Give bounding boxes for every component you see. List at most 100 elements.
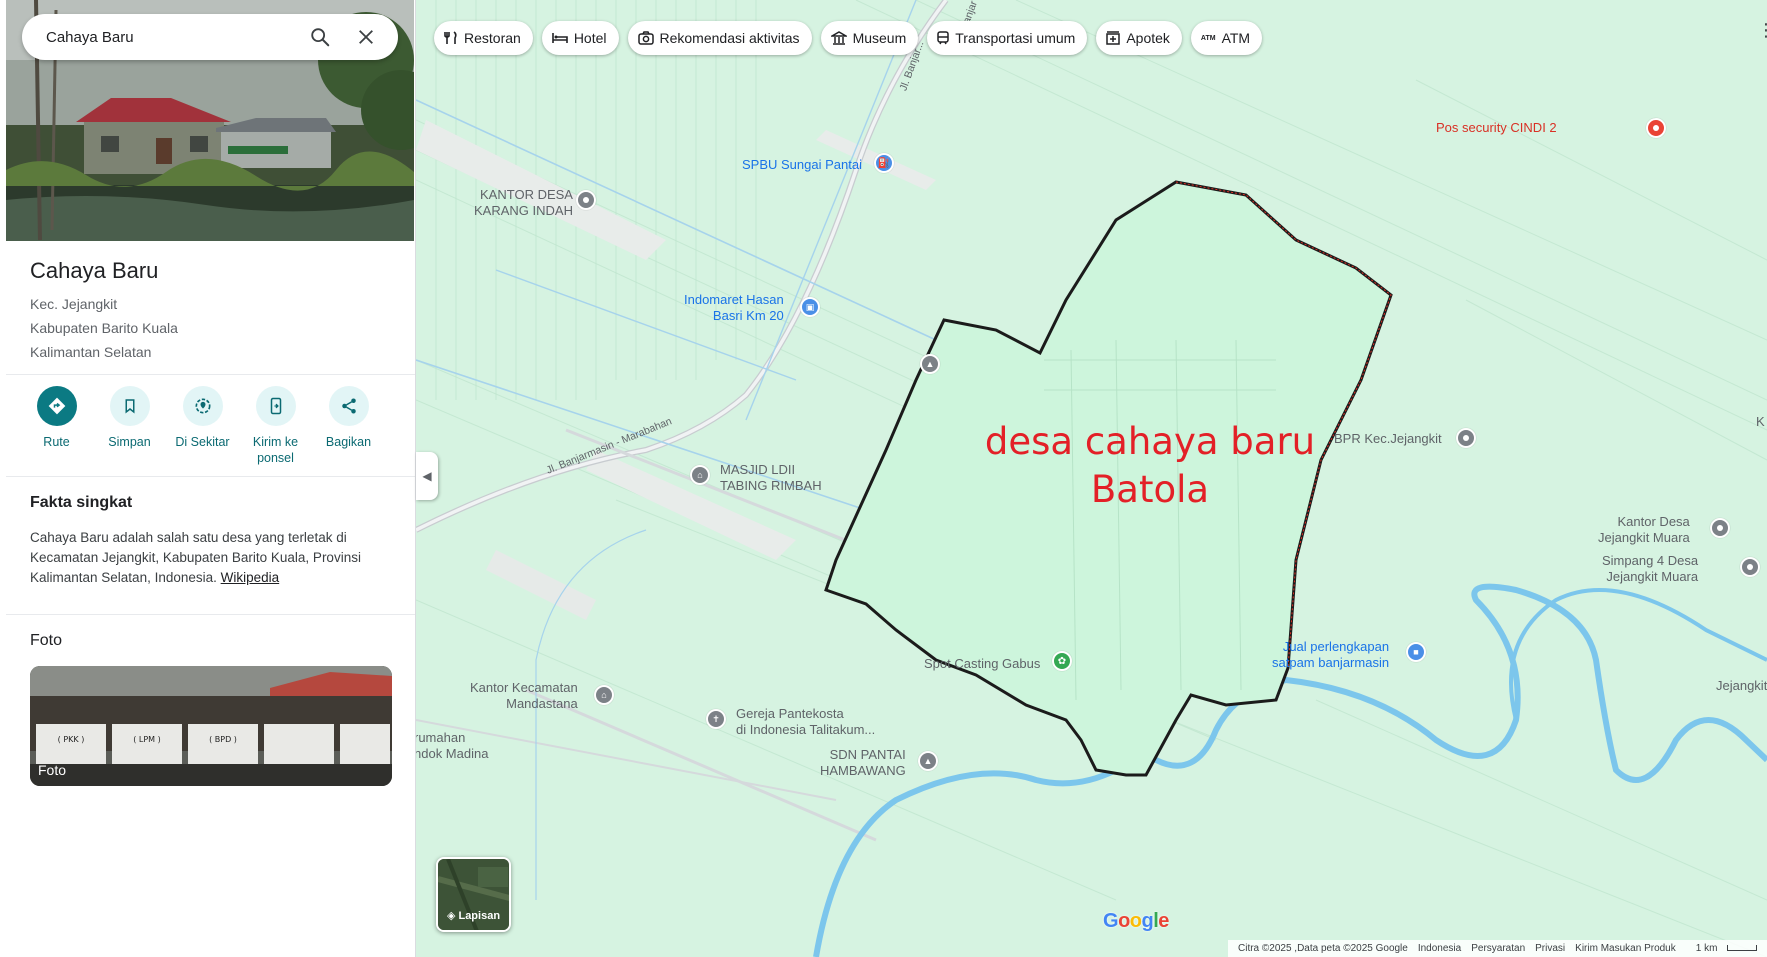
poi-school-pin[interactable]: ▲ bbox=[920, 354, 940, 374]
poi-kantor-desa-karang-label[interactable]: KANTOR DESA KARANG INDAH bbox=[474, 187, 573, 219]
poi-gereja-label[interactable]: Gereja Pantekosta di Indonesia Talitakum… bbox=[736, 706, 875, 738]
save-label: Simpan bbox=[108, 435, 151, 449]
scale-indicator[interactable]: 1 km bbox=[1686, 943, 1758, 954]
place-panel: Cahaya Baru Kec. Jejangkit Kabupaten Bar… bbox=[0, 0, 416, 957]
pin-dot-icon bbox=[1717, 525, 1723, 531]
chip-rekomendasi[interactable]: Rekomendasi aktivitas bbox=[627, 21, 812, 55]
sign-bpd: ( BPD ) bbox=[209, 735, 237, 744]
photo-card[interactable]: ( PKK ) ( LPM ) ( BPD ) Foto bbox=[30, 666, 392, 786]
mosque-icon: ⌂ bbox=[697, 470, 703, 480]
send-to-phone-button-circle bbox=[255, 386, 296, 426]
search-input[interactable] bbox=[46, 28, 296, 46]
send-to-phone-button[interactable]: Kirim ke ponsel bbox=[239, 386, 312, 466]
search-box[interactable] bbox=[22, 14, 398, 60]
layers-button[interactable]: ◈ Lapisan bbox=[436, 857, 511, 932]
directions-icon bbox=[48, 397, 65, 415]
poi-bpr-label[interactable]: BPR Kec.Jejangkit bbox=[1334, 431, 1442, 447]
directions-button[interactable]: Rute bbox=[20, 386, 93, 466]
chip-atm[interactable]: ATM ATM bbox=[1190, 21, 1263, 55]
poi-sdn-pin[interactable]: ▲ bbox=[918, 751, 938, 771]
poi-indomaret-line2: Basri Km 20 bbox=[712, 308, 784, 323]
footer-country[interactable]: Indonesia bbox=[1418, 943, 1461, 954]
photos-title: Foto bbox=[30, 632, 63, 649]
poi-kantor-desa-karang-line1: KANTOR DESA bbox=[480, 187, 573, 202]
chip-restoran[interactable]: Restoran bbox=[434, 21, 533, 55]
save-button[interactable]: Simpan bbox=[93, 386, 166, 466]
poi-masjid-label[interactable]: MASJID LDII TABING RIMBAH bbox=[720, 462, 822, 494]
poi-simpang-label[interactable]: Simpang 4 Desa Jejangkit Muara bbox=[1602, 553, 1698, 585]
quick-facts-title: Fakta singkat bbox=[30, 494, 133, 511]
poi-kantor-jejangkit-label[interactable]: Kantor Desa Jejangkit Muara bbox=[1598, 514, 1690, 546]
nearby-icon bbox=[195, 398, 210, 414]
wikipedia-link[interactable]: Wikipedia bbox=[221, 570, 280, 585]
search-button[interactable] bbox=[308, 25, 332, 49]
chip-hotel-label: Hotel bbox=[573, 30, 607, 46]
lock-icon: ■ bbox=[1413, 647, 1419, 657]
divider bbox=[6, 476, 415, 477]
quick-facts: Fakta singkat Cahaya Baru adalah salah s… bbox=[30, 494, 390, 588]
scale-label: 1 km bbox=[1695, 943, 1718, 954]
photo-card-image: ( PKK ) ( LPM ) ( BPD ) bbox=[30, 666, 392, 786]
chip-hotel[interactable]: Hotel bbox=[541, 21, 619, 55]
chip-transportasi[interactable]: Transportasi umum bbox=[927, 21, 1088, 55]
flower-icon: ✿ bbox=[1057, 655, 1067, 667]
hotel-icon bbox=[552, 32, 568, 44]
poi-rumahan-line2: ndok Madina bbox=[414, 746, 489, 761]
poi-kantor-kecamatan-label[interactable]: Kantor Kecamatan Mandastana bbox=[470, 680, 578, 712]
footer-feedback-link[interactable]: Kirim Masukan Produk bbox=[1575, 943, 1676, 954]
building-icon: ⌂ bbox=[601, 690, 607, 700]
poi-kantor-kecamatan-pin[interactable]: ⌂ bbox=[594, 685, 614, 705]
poi-sdn-label[interactable]: SDN PANTAI HAMBAWANG bbox=[820, 747, 906, 779]
layers-label-text: Lapisan bbox=[458, 910, 501, 922]
photo-card-label: Foto bbox=[38, 762, 67, 778]
poi-kantor-jejangkit-line1: Kantor Desa bbox=[1617, 514, 1690, 529]
poi-masjid-line2: TABING RIMBAH bbox=[720, 478, 822, 493]
poi-bpr-pin[interactable] bbox=[1456, 428, 1476, 448]
poi-pos-security-pin[interactable] bbox=[1646, 118, 1666, 138]
google-logo-letter: G bbox=[1103, 910, 1119, 932]
poi-spot-casting-pin[interactable]: ✿ bbox=[1052, 651, 1072, 671]
share-button[interactable]: Bagikan bbox=[312, 386, 385, 466]
close-search-button[interactable] bbox=[354, 25, 378, 49]
save-button-circle bbox=[109, 386, 150, 426]
poi-spbu-label[interactable]: SPBU Sungai Pantai bbox=[742, 157, 862, 173]
google-logo-letter: e bbox=[1158, 910, 1169, 932]
poi-gereja-pin[interactable]: ✝ bbox=[706, 709, 726, 729]
camera-icon bbox=[637, 31, 654, 45]
poi-rumahan-label[interactable]: rumahan ndok Madina bbox=[414, 730, 488, 762]
poi-jual-label[interactable]: Jual perlengkapan satpam banjarmasin bbox=[1272, 639, 1389, 671]
poi-kantor-kecamatan-line2: Mandastana bbox=[506, 696, 578, 711]
more-options-icon[interactable]: ⋮ bbox=[1757, 21, 1767, 39]
send-to-phone-icon bbox=[270, 397, 281, 415]
poi-kantor-desa-karang-pin[interactable] bbox=[576, 190, 596, 210]
poi-pos-security-label[interactable]: Pos security CINDI 2 bbox=[1436, 120, 1557, 136]
poi-masjid-pin[interactable]: ⌂ bbox=[690, 465, 710, 485]
poi-rumahan-line1: rumahan bbox=[414, 730, 466, 745]
google-logo-letter: g bbox=[1141, 910, 1154, 932]
category-chips: Restoran Hotel Rekomendasi aktivitas Mus… bbox=[434, 21, 1271, 55]
transit-icon bbox=[937, 31, 949, 45]
nearby-button[interactable]: Di Sekitar bbox=[166, 386, 239, 466]
place-header: Cahaya Baru Kec. Jejangkit Kabupaten Bar… bbox=[30, 258, 178, 364]
poi-kantor-jejangkit-pin[interactable] bbox=[1710, 518, 1730, 538]
poi-spot-casting-label[interactable]: Spot Casting Gabus bbox=[924, 656, 1040, 672]
poi-spbu-pin[interactable]: ⛽ bbox=[874, 153, 894, 173]
footer-privacy-link[interactable]: Privasi bbox=[1535, 943, 1565, 954]
collapse-panel-button[interactable]: ◀ bbox=[416, 452, 438, 500]
church-icon: ✝ bbox=[712, 713, 720, 724]
address-line-province: Kalimantan Selatan bbox=[30, 344, 152, 360]
poi-simpang-pin[interactable] bbox=[1740, 557, 1760, 577]
directions-button-circle bbox=[36, 386, 77, 426]
place-title: Cahaya Baru bbox=[30, 258, 159, 283]
chip-apotek[interactable]: Apotek bbox=[1096, 21, 1182, 55]
poi-jual-line2: satpam banjarmasin bbox=[1272, 655, 1390, 670]
poi-jual-pin[interactable]: ■ bbox=[1406, 642, 1426, 662]
poi-indomaret-pin[interactable]: ▣ bbox=[800, 297, 820, 317]
poi-masjid-line1: MASJID LDII bbox=[720, 462, 796, 477]
poi-gereja-line1: Gereja Pantekosta bbox=[736, 706, 844, 721]
chevron-left-icon: ◀ bbox=[422, 469, 432, 483]
footer-terms-link[interactable]: Persyaratan bbox=[1471, 943, 1525, 954]
google-logo: Google bbox=[1103, 910, 1169, 933]
chip-museum[interactable]: Museum bbox=[820, 21, 919, 55]
poi-indomaret-label[interactable]: Indomaret Hasan Basri Km 20 bbox=[684, 292, 784, 324]
